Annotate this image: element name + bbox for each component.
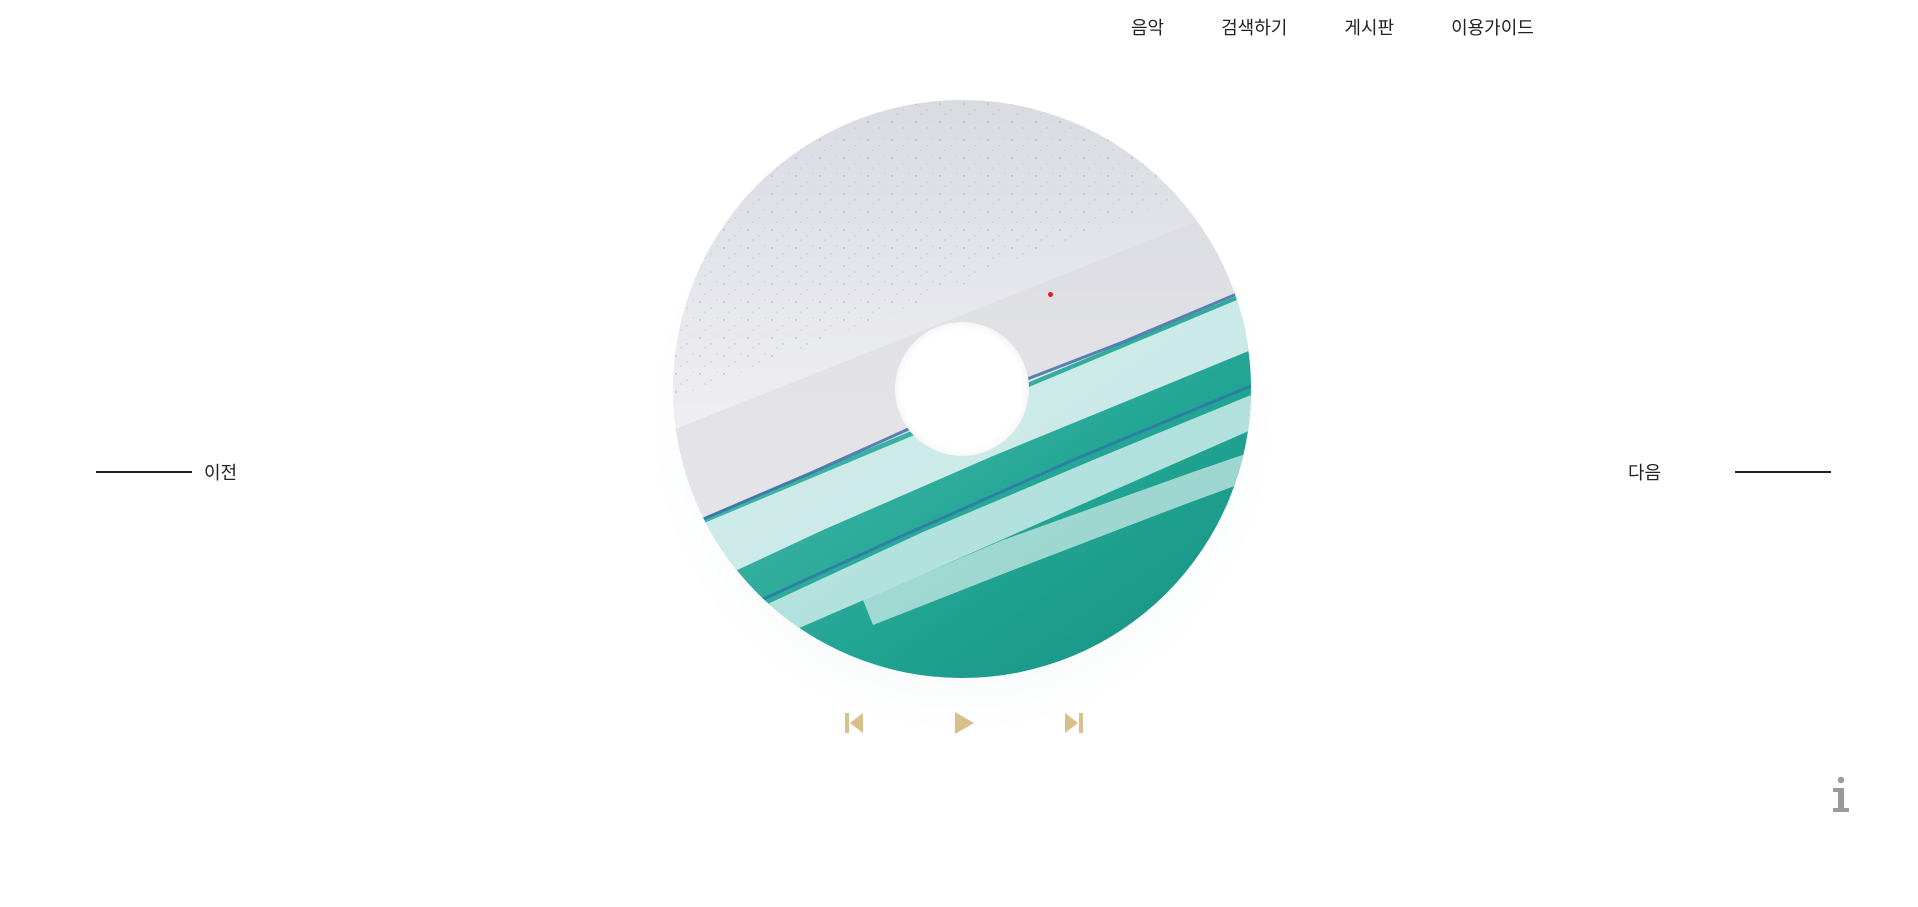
next-label: 다음 — [1628, 463, 1662, 484]
skip-forward-icon — [1065, 713, 1083, 733]
next-album-button[interactable]: 다음 — [1628, 459, 1832, 485]
nav-item-search[interactable]: 검색하기 — [1221, 14, 1287, 40]
info-icon — [1833, 776, 1849, 812]
position-marker — [1048, 292, 1053, 297]
play-icon — [955, 712, 974, 734]
previous-line — [96, 471, 192, 473]
skip-forward-button[interactable] — [1062, 711, 1086, 735]
next-line — [1735, 471, 1832, 473]
top-nav: 음악 검색하기 게시판 이용가이드 — [1131, 14, 1534, 40]
skip-back-icon — [845, 713, 863, 733]
disc-center-hole — [895, 322, 1029, 456]
previous-label: 이전 — [204, 463, 238, 484]
play-button[interactable] — [952, 711, 976, 735]
page: 음악 검색하기 게시판 이용가이드 이전 다음 — [0, 0, 1918, 907]
nav-item-board[interactable]: 게시판 — [1344, 14, 1394, 40]
nav-item-music[interactable]: 음악 — [1131, 14, 1164, 40]
album-disc-container — [623, 50, 1301, 728]
info-button[interactable] — [1830, 775, 1852, 815]
skip-back-button[interactable] — [842, 711, 866, 735]
nav-item-guide[interactable]: 이용가이드 — [1451, 14, 1534, 40]
previous-album-button[interactable]: 이전 — [96, 459, 237, 485]
player-controls — [842, 711, 1086, 735]
